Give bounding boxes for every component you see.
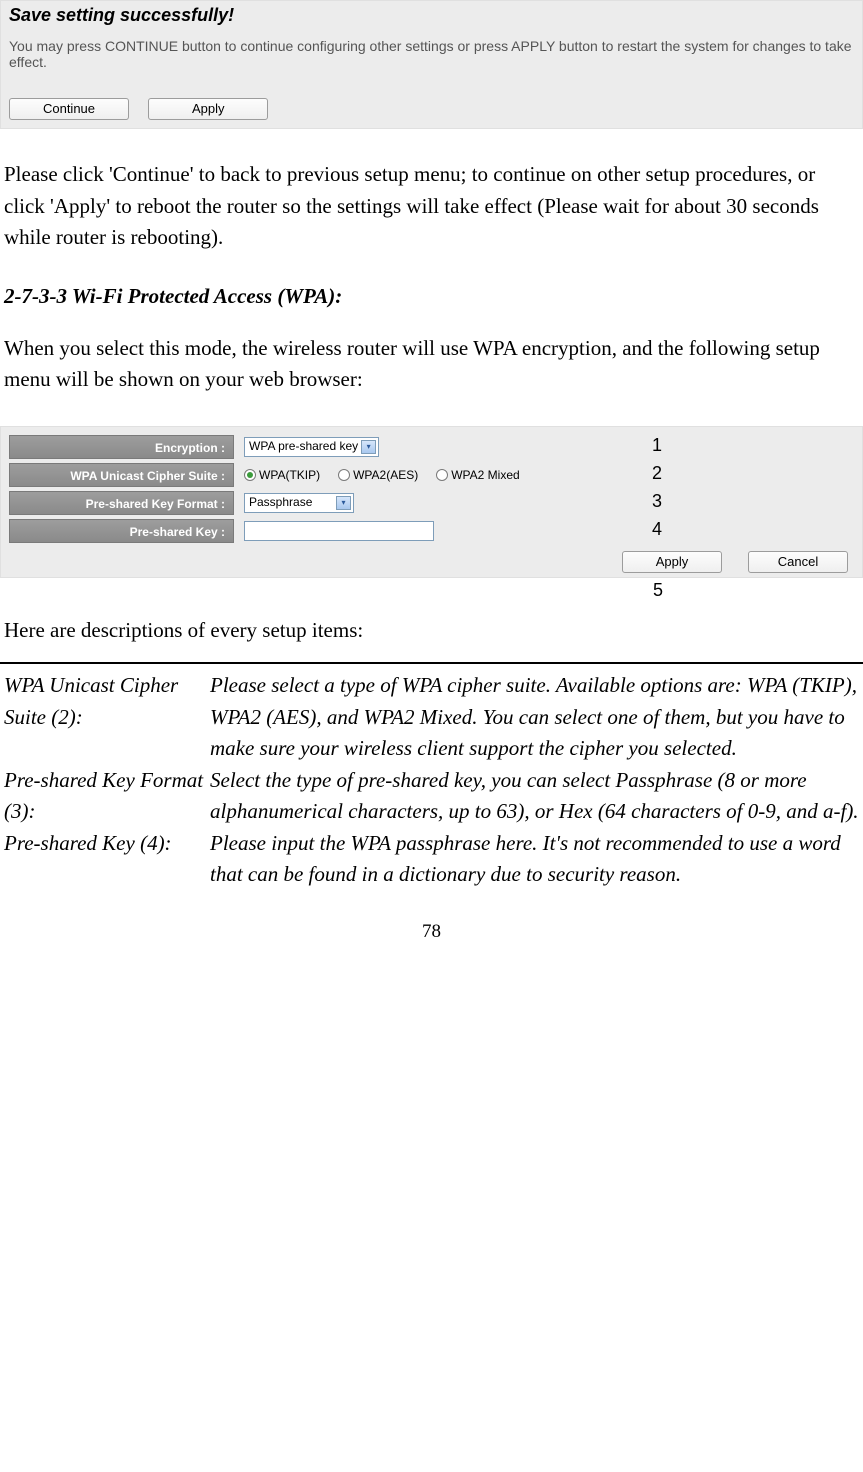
divider <box>0 662 863 664</box>
desc-row-format: Pre-shared Key Format (3): Select the ty… <box>0 765 863 828</box>
apply-button[interactable]: Apply <box>148 98 268 120</box>
radio-wpa2-aes[interactable]: WPA2(AES) <box>338 468 418 482</box>
wpa-cancel-button[interactable]: Cancel <box>748 551 848 573</box>
label-preshared-key: Pre-shared Key : <box>9 519 234 543</box>
desc-def-format: Select the type of pre-shared key, you c… <box>210 765 863 828</box>
continue-button[interactable]: Continue <box>9 98 129 120</box>
callout-5: 5 <box>0 580 863 601</box>
row-cipher: WPA Unicast Cipher Suite : WPA(TKIP) WPA… <box>9 463 848 487</box>
wpa-buttons-row: Apply Cancel <box>622 551 848 573</box>
callout-1: 1 <box>652 435 662 456</box>
select-encryption-value: WPA pre-shared key <box>249 439 358 453</box>
callout-3: 3 <box>652 491 662 512</box>
callout-2: 2 <box>652 463 662 484</box>
desc-def-key: Please input the WPA passphrase here. It… <box>210 828 863 891</box>
radio-label-mixed: WPA2 Mixed <box>451 468 519 482</box>
row-encryption: Encryption : WPA pre-shared key ▾ <box>9 435 848 459</box>
desc-row-key: Pre-shared Key (4): Please input the WPA… <box>0 828 863 891</box>
callout-4: 4 <box>652 519 662 540</box>
section-heading-wpa: 2-7-3-3 Wi-Fi Protected Access (WPA): <box>0 284 863 309</box>
input-preshared-key[interactable] <box>244 521 434 541</box>
desc-term-format: Pre-shared Key Format (3): <box>0 765 210 828</box>
chevron-down-icon: ▾ <box>336 496 351 510</box>
label-encryption: Encryption : <box>9 435 234 459</box>
label-key-format: Pre-shared Key Format : <box>9 491 234 515</box>
radio-wpa2-mixed[interactable]: WPA2 Mixed <box>436 468 519 482</box>
select-encryption[interactable]: WPA pre-shared key ▾ <box>244 437 379 457</box>
select-key-format-value: Passphrase <box>249 495 312 509</box>
desc-term-cipher-text: WPA Unicast Cipher Suite (2): <box>4 673 178 729</box>
page-number: 78 <box>0 921 863 943</box>
save-title: Save setting successfully! <box>9 5 854 26</box>
row-key-format: Pre-shared Key Format : Passphrase ▾ <box>9 491 848 515</box>
radio-wpa-tkip[interactable]: WPA(TKIP) <box>244 468 320 482</box>
wpa-config-panel: Encryption : WPA pre-shared key ▾ WPA Un… <box>0 426 863 578</box>
wpa-apply-button[interactable]: Apply <box>622 551 722 573</box>
desc-term-format-text: Pre-shared Key Format (3): <box>4 768 203 824</box>
paragraph-continue-apply: Please click 'Continue' to back to previ… <box>0 159 863 254</box>
radio-dot-icon <box>436 469 448 481</box>
description-table: WPA Unicast Cipher Suite (2): Please sel… <box>0 670 863 891</box>
radio-dot-icon <box>244 469 256 481</box>
paragraph-descriptions-intro: Here are descriptions of every setup ite… <box>0 615 863 647</box>
desc-term-cipher: WPA Unicast Cipher Suite (2): <box>0 670 210 765</box>
label-cipher: WPA Unicast Cipher Suite : <box>9 463 234 487</box>
radio-dot-icon <box>338 469 350 481</box>
cipher-radio-group: WPA(TKIP) WPA2(AES) WPA2 Mixed <box>244 468 520 482</box>
row-preshared-key: Pre-shared Key : <box>9 519 848 543</box>
desc-def-cipher: Please select a type of WPA cipher suite… <box>210 670 863 765</box>
desc-term-key: Pre-shared Key (4): <box>0 828 210 891</box>
paragraph-wpa-intro: When you select this mode, the wireless … <box>0 333 863 396</box>
radio-label-aes: WPA2(AES) <box>353 468 418 482</box>
radio-label-tkip: WPA(TKIP) <box>259 468 320 482</box>
desc-term-key-text: Pre-shared Key (4): <box>4 831 172 855</box>
save-settings-panel: Save setting successfully! You may press… <box>0 0 863 129</box>
desc-row-cipher: WPA Unicast Cipher Suite (2): Please sel… <box>0 670 863 765</box>
save-desc: You may press CONTINUE button to continu… <box>9 38 854 70</box>
chevron-down-icon: ▾ <box>361 440 376 454</box>
save-buttons-row: Continue Apply <box>9 94 854 120</box>
select-key-format[interactable]: Passphrase ▾ <box>244 493 354 513</box>
